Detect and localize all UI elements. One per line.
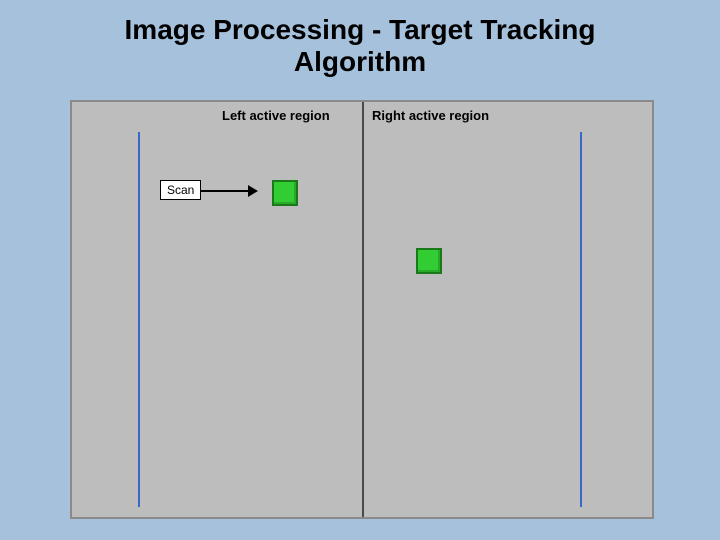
scan-arrow-icon <box>200 190 256 192</box>
right-region-label: Right active region <box>372 108 489 123</box>
center-divider <box>362 102 364 517</box>
left-boundary-line <box>138 132 140 507</box>
right-boundary-line <box>580 132 582 507</box>
scan-label: Scan <box>167 183 194 197</box>
slide-title: Image Processing - Target Tracking Algor… <box>0 0 720 78</box>
title-line-2: Algorithm <box>294 46 426 77</box>
tracking-panel: Left active region Right active region S… <box>70 100 654 519</box>
title-line-1: Image Processing - Target Tracking <box>125 14 596 45</box>
right-target-marker <box>416 248 442 274</box>
left-region-label: Left active region <box>222 108 330 123</box>
scan-label-box: Scan <box>160 180 201 200</box>
left-target-marker <box>272 180 298 206</box>
